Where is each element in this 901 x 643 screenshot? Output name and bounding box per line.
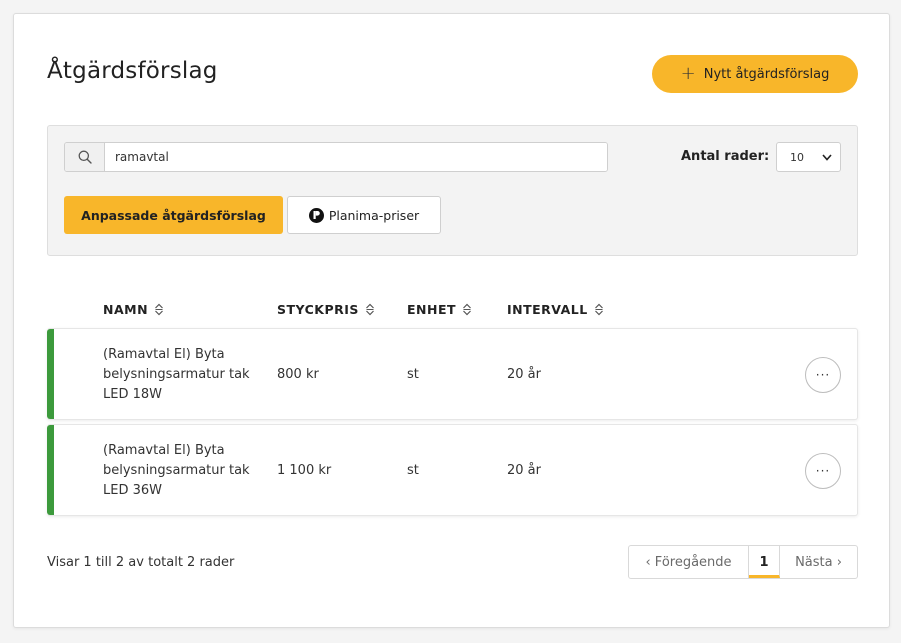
- rows-per-page-value: 10: [790, 150, 804, 164]
- column-header-interval[interactable]: INTERVALL: [507, 302, 604, 317]
- pagination-next[interactable]: Nästa ›: [780, 546, 857, 578]
- plus-icon: +: [680, 63, 696, 84]
- table-header: NAMN STYCKPRIS ENHET INTERVALL: [47, 302, 858, 322]
- chevron-down-icon: [822, 153, 832, 161]
- pagination-previous[interactable]: ‹ Föregående: [629, 546, 749, 578]
- rows-per-page-label: Antal rader:: [681, 149, 770, 164]
- row-interval: 20 år: [507, 367, 541, 382]
- column-label: NAMN: [103, 302, 149, 317]
- row-unit: st: [407, 367, 419, 382]
- page-title: Åtgärdsförslag: [47, 58, 218, 84]
- planima-prices-label: Planima-priser: [328, 207, 420, 223]
- actions-card: Åtgärdsförslag + Nytt åtgärdsförslag Ant…: [13, 13, 890, 628]
- column-label: STYCKPRIS: [277, 302, 359, 317]
- sort-icon: [155, 303, 163, 316]
- table-row[interactable]: (Ramavtal El) Byta belysningsarmatur tak…: [47, 328, 858, 420]
- column-header-unit[interactable]: ENHET: [407, 302, 472, 317]
- sort-icon: [366, 303, 374, 316]
- row-price: 800 kr: [277, 367, 319, 382]
- rows-per-page-select[interactable]: 10: [776, 142, 841, 172]
- planima-logo-icon: [308, 207, 324, 223]
- rows-summary: Visar 1 till 2 av totalt 2 rader: [47, 555, 235, 570]
- more-icon: ···: [815, 464, 831, 478]
- planima-prices-button[interactable]: Planima-priser: [287, 196, 441, 234]
- row-unit: st: [407, 463, 419, 478]
- new-action-button[interactable]: + Nytt åtgärdsförslag: [652, 55, 858, 93]
- row-name: (Ramavtal El) Byta belysningsarmatur tak…: [103, 443, 250, 498]
- row-interval: 20 år: [507, 463, 541, 478]
- column-header-name[interactable]: NAMN: [103, 302, 164, 317]
- column-header-price[interactable]: STYCKPRIS: [277, 302, 375, 317]
- row-price: 1 100 kr: [277, 463, 332, 478]
- search-input[interactable]: [105, 143, 607, 171]
- search-field: [64, 142, 608, 172]
- row-status-accent: [47, 329, 54, 419]
- table-row[interactable]: (Ramavtal El) Byta belysningsarmatur tak…: [47, 424, 858, 516]
- row-more-button[interactable]: ···: [805, 357, 841, 393]
- column-label: INTERVALL: [507, 302, 588, 317]
- column-label: ENHET: [407, 302, 457, 317]
- more-icon: ···: [815, 368, 831, 382]
- filter-panel: Antal rader: 10 Anpassade åtgärdsförslag…: [47, 125, 858, 256]
- row-more-button[interactable]: ···: [805, 453, 841, 489]
- row-status-accent: [47, 425, 54, 515]
- new-action-label: Nytt åtgärdsförslag: [703, 66, 830, 82]
- sort-icon: [594, 303, 603, 316]
- sort-icon: [463, 303, 471, 316]
- custom-actions-button[interactable]: Anpassade åtgärdsförslag: [64, 196, 283, 234]
- pagination: ‹ Föregående 1 Nästa ›: [628, 545, 858, 579]
- row-name: (Ramavtal El) Byta belysningsarmatur tak…: [103, 347, 250, 402]
- pagination-page-1[interactable]: 1: [749, 546, 780, 578]
- search-icon[interactable]: [65, 143, 105, 171]
